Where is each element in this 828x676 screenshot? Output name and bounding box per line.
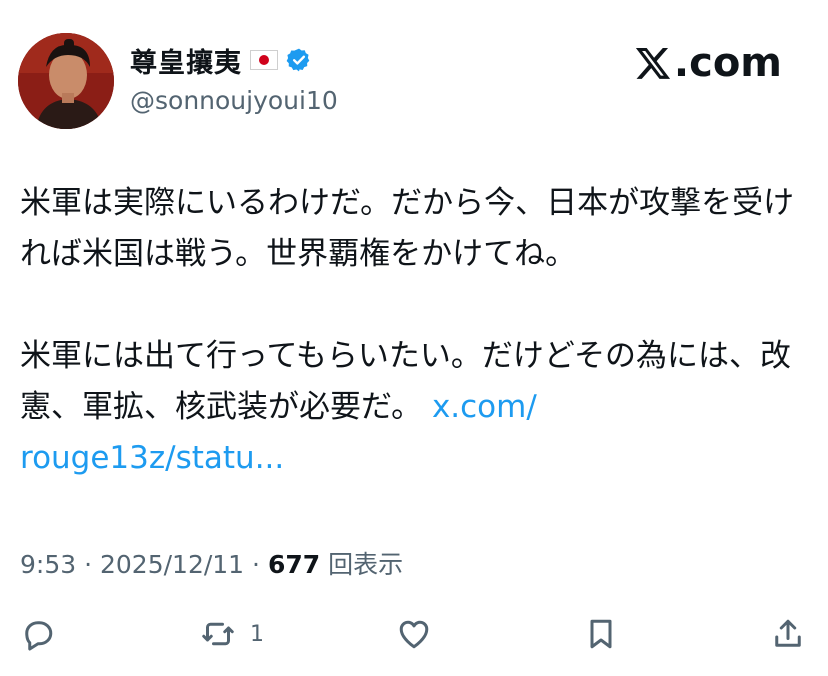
avatar-image <box>18 33 114 129</box>
post-paragraph-2-text: 米軍には出て行ってもらいたい。だけどその為には、改憲、軍拡、核武装が必要だ。 <box>20 338 791 425</box>
post-meta: 9:53 · 2025/12/11 · 677 回表示 <box>20 545 403 581</box>
reply-button[interactable] <box>20 616 56 652</box>
action-bar: 1 <box>0 604 828 664</box>
author-handle[interactable]: @sonnoujyoui10 <box>130 86 338 115</box>
share-icon <box>775 619 801 647</box>
quoted-link-line2[interactable]: rouge13z/statu... <box>20 440 284 476</box>
bookmark-icon <box>590 619 612 649</box>
post-header: 尊皇攘夷 @sonnoujyoui10 <box>130 38 338 116</box>
quoted-link-line1[interactable]: x.com/ <box>432 389 537 425</box>
japan-flag-icon <box>250 50 278 70</box>
post-time[interactable]: 9:53 <box>20 550 76 579</box>
share-button[interactable] <box>770 616 806 652</box>
repost-button[interactable]: 1 <box>200 616 264 652</box>
repost-count: 1 <box>250 621 264 647</box>
verified-badge-icon <box>286 48 310 72</box>
repost-icon <box>202 622 234 646</box>
x-logo-icon <box>635 47 671 79</box>
views-label: 回表示 <box>328 550 404 579</box>
like-button[interactable] <box>396 616 432 652</box>
heart-icon <box>399 620 429 649</box>
post-paragraph-2: 米軍には出て行ってもらいたい。だけどその為には、改憲、軍拡、核武装が必要だ。 x… <box>20 331 810 484</box>
site-watermark: .com <box>634 40 782 86</box>
meta-separator: · <box>84 550 100 579</box>
site-label: .com <box>673 40 782 86</box>
post-date[interactable]: 2025/12/11 <box>100 550 244 579</box>
post-paragraph-1: 米軍は実際にいるわけだ。だから今、日本が攻撃を受ければ米国は戦う。世界覇権をかけ… <box>20 185 795 272</box>
meta-separator: · <box>252 550 268 579</box>
views-count: 677 <box>267 550 321 579</box>
author-name[interactable]: 尊皇攘夷 <box>130 41 242 80</box>
post-body: 米軍は実際にいるわけだ。だから今、日本が攻撃を受ければ米国は戦う。世界覇権をかけ… <box>20 178 810 484</box>
bookmark-button[interactable] <box>583 616 619 652</box>
reply-icon <box>25 621 53 651</box>
author-avatar[interactable] <box>18 33 114 129</box>
